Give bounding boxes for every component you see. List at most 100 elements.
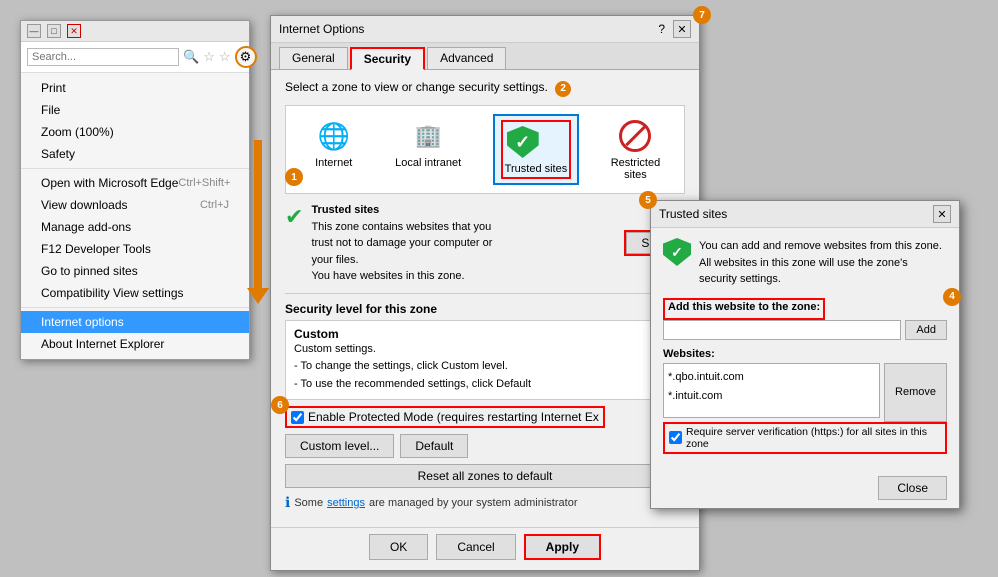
require-row: Require server verification (https:) for…: [663, 422, 947, 454]
menu-open-edge[interactable]: Open with Microsoft Edge Ctrl+Shift+: [21, 172, 249, 194]
sites-text: Trusted sites This zone contains website…: [311, 202, 492, 285]
custom-box: Custom Custom settings. - To change the …: [285, 320, 685, 401]
search-button[interactable]: 🔍: [183, 49, 199, 65]
internet-options-panel: Internet Options ? ✕ General Security Ad…: [270, 15, 700, 571]
add-label-border: Add this website to the zone:: [663, 298, 825, 320]
zone-select-label: Select a zone to view or change security…: [285, 80, 685, 97]
trusted-info-shield: ✓: [663, 238, 691, 266]
website-item-1: *.qbo.intuit.com: [668, 368, 875, 388]
menu-addons[interactable]: Manage add-ons: [21, 216, 249, 238]
tab-general[interactable]: General: [279, 47, 348, 69]
trusted-add-row: Add: [663, 320, 947, 340]
trusted-close-footer-btn[interactable]: Close: [878, 476, 947, 500]
sites-section: ✔ Trusted sites This zone contains websi…: [285, 202, 685, 285]
menu-pinned[interactable]: Go to pinned sites: [21, 260, 249, 282]
websites-row: *.qbo.intuit.com *.intuit.com Remove: [663, 363, 947, 422]
zone-trusted[interactable]: ✓ Trusted sites: [493, 114, 580, 185]
gear-icon[interactable]: ⚙: [235, 46, 257, 68]
cancel-button[interactable]: Cancel: [436, 534, 515, 560]
star-icon: ☆: [203, 49, 215, 65]
separator2: [21, 307, 249, 308]
zone-intranet-label: Local intranet: [395, 157, 461, 169]
default-button[interactable]: Default: [400, 434, 468, 458]
sites-info: ✔ Trusted sites This zone contains websi…: [285, 202, 624, 285]
close-btn[interactable]: ✕: [67, 24, 81, 38]
tab-security[interactable]: Security: [350, 47, 425, 70]
info-settings-link[interactable]: settings: [327, 497, 365, 509]
menu-zoom[interactable]: Zoom (100%): [21, 121, 249, 143]
menu-f12[interactable]: F12 Developer Tools: [21, 238, 249, 260]
trusted-border: ✓ Trusted sites: [501, 120, 572, 179]
ie-menu-panel: — □ ✕ 🔍 ☆ ☆ ⚙ Print File Zoom (100%) Saf…: [20, 20, 250, 360]
zone-internet[interactable]: 🌐 Internet: [304, 114, 364, 173]
minimize-btn[interactable]: —: [27, 24, 41, 38]
add-button[interactable]: Add: [905, 320, 947, 340]
require-border: Require server verification (https:) for…: [663, 422, 947, 454]
trusted-titlebar: Trusted sites ✕: [651, 201, 959, 228]
add-website-input[interactable]: [663, 320, 901, 340]
trusted-close-btn[interactable]: ✕: [933, 205, 951, 223]
no-icon: [619, 120, 651, 152]
green-check-icon: ✔: [285, 204, 303, 230]
zone-internet-label: Internet: [315, 157, 352, 169]
protected-mode-label: Enable Protected Mode (requires restarti…: [308, 410, 599, 424]
search-input[interactable]: [27, 48, 179, 66]
apply-button[interactable]: Apply: [524, 534, 601, 560]
security-level-section: Security level for this zone Custom Cust…: [285, 293, 685, 401]
dialog-title: Internet Options: [279, 22, 364, 36]
ie-titlebar: — □ ✕: [21, 21, 249, 42]
tab-advanced[interactable]: Advanced: [427, 47, 506, 69]
menu-file[interactable]: File: [21, 99, 249, 121]
restricted-icon: [617, 118, 653, 154]
trusted-panel-body: ✓ You can add and remove websites from t…: [651, 228, 959, 472]
trusted-icon: ✓: [505, 124, 541, 160]
dialog-body: Select a zone to view or change security…: [271, 70, 699, 527]
zone-intranet[interactable]: 🏢 Local intranet: [389, 114, 467, 173]
website-item-2: *.intuit.com: [668, 387, 875, 407]
require-https-checkbox[interactable]: [669, 431, 682, 444]
menu-about[interactable]: About Internet Explorer: [21, 333, 249, 355]
protected-mode-row: Enable Protected Mode (requires restarti…: [285, 406, 685, 428]
protected-mode-border: Enable Protected Mode (requires restarti…: [285, 406, 605, 428]
reset-all-button[interactable]: Reset all zones to default: [285, 464, 685, 488]
step7-badge-apply: 7: [693, 6, 711, 24]
step4-badge: 4: [943, 288, 961, 306]
security-level-title: Security level for this zone: [285, 302, 685, 316]
help-icon[interactable]: ?: [658, 22, 665, 36]
custom-desc: Custom settings. - To change the setting…: [294, 341, 676, 394]
custom-title: Custom: [294, 327, 676, 341]
arrow-head: [247, 288, 269, 304]
info-text-prefix: Some: [294, 497, 323, 509]
remove-button[interactable]: Remove: [884, 363, 947, 422]
info-bar: ℹ Some settings are managed by your syst…: [285, 494, 685, 511]
star2-icon: ☆: [219, 49, 231, 65]
menu-safety[interactable]: Safety: [21, 143, 249, 165]
menu-compat[interactable]: Compatibility View settings: [21, 282, 249, 304]
intranet-icon: 🏢: [410, 118, 446, 154]
window-controls: — □ ✕: [27, 24, 81, 38]
dialog-titlebar: Internet Options ? ✕: [271, 16, 699, 43]
trusted-sites-panel: Trusted sites ✕ ✓ You can add and remove…: [650, 200, 960, 509]
step2-badge: 2: [555, 81, 571, 97]
websites-label: Websites:: [663, 348, 947, 360]
add-label-wrap: Add this website to the zone: 4: [663, 298, 947, 320]
ok-button[interactable]: OK: [369, 534, 428, 560]
custom-level-button[interactable]: Custom level...: [285, 434, 394, 458]
maximize-btn[interactable]: □: [47, 24, 61, 38]
dialog-close-btn[interactable]: ✕: [673, 20, 691, 38]
zone-restricted[interactable]: Restricted sites: [605, 114, 667, 185]
protected-mode-checkbox[interactable]: [291, 411, 304, 424]
internet-icon: 🌐: [316, 118, 352, 154]
menu-items: Print File Zoom (100%) Safety Open with …: [21, 73, 249, 359]
zone-restricted-label: Restricted sites: [611, 157, 661, 181]
menu-downloads[interactable]: View downloads Ctrl+J: [21, 194, 249, 216]
step-arrow: [254, 140, 262, 295]
menu-print[interactable]: Print: [21, 77, 249, 99]
step5-badge: 5: [639, 191, 657, 209]
menu-internet-options[interactable]: Internet options: [21, 311, 249, 333]
dialog-footer: OK Cancel Apply 7: [271, 527, 699, 570]
trusted-info-row: ✓ You can add and remove websites from t…: [663, 238, 947, 288]
info-text-suffix: are managed by your system administrator: [369, 497, 577, 509]
dialog-tabs: General Security Advanced: [271, 43, 699, 70]
zone-trusted-label: Trusted sites: [505, 163, 568, 175]
